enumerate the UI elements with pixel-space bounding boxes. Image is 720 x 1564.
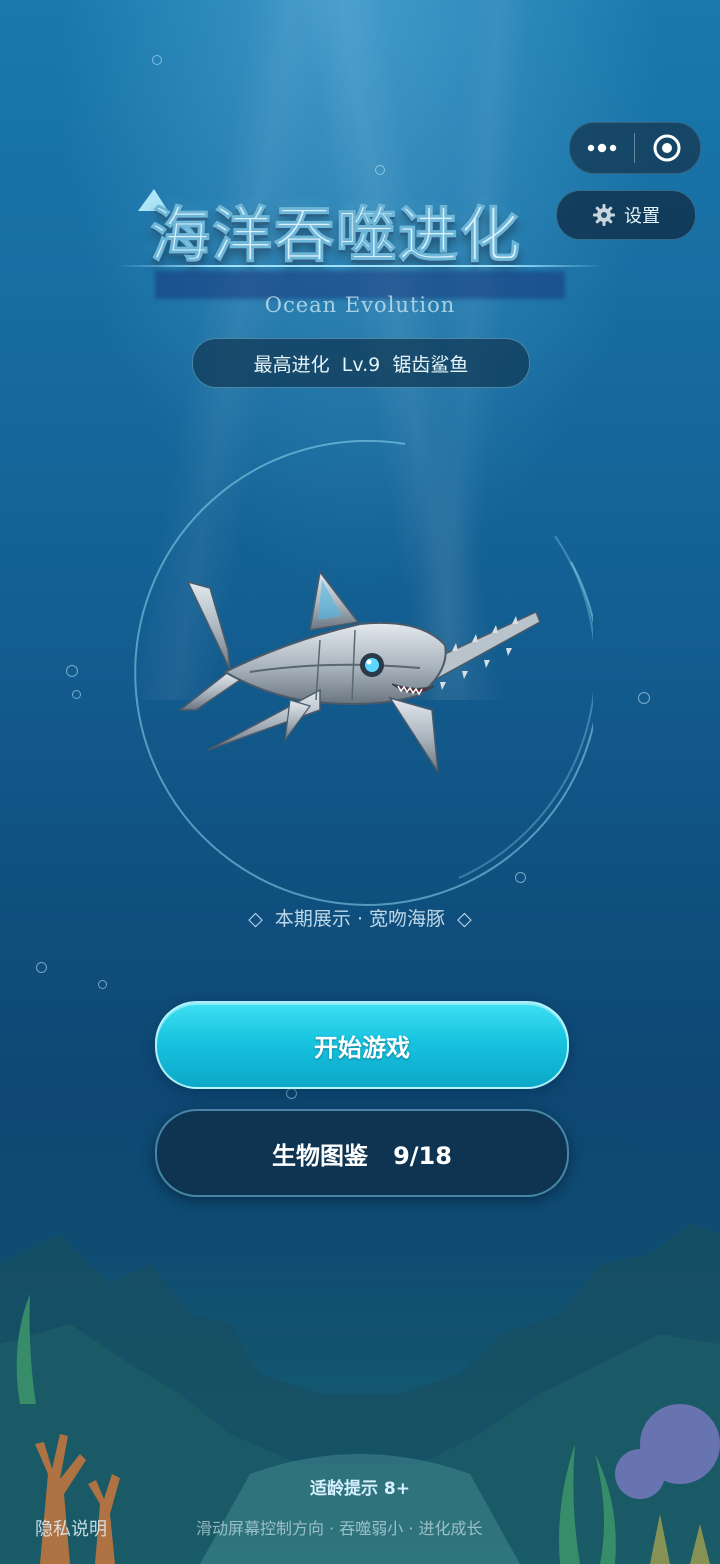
close-button[interactable]: [635, 123, 699, 173]
miniprogram-capsule: [569, 122, 701, 174]
title-underline: [116, 265, 604, 267]
more-dots-icon: [587, 143, 617, 153]
age-rating-hint: 适龄提示 8+: [310, 1479, 410, 1499]
game-subtitle: Ocean Evolution: [264, 293, 456, 317]
bubble: [66, 665, 78, 677]
bubble: [72, 690, 81, 699]
start-game-button[interactable]: 开始游戏: [155, 1001, 569, 1089]
bubble: [375, 165, 385, 175]
bubble: [98, 980, 107, 989]
seabed-background: [0, 1224, 720, 1564]
bubble: [152, 55, 162, 65]
creature-dex-button[interactable]: 生物图鉴 9/18: [155, 1109, 569, 1197]
sawshark-creature: [177, 570, 541, 773]
game-home-screen: 设置 海洋吞噬进化 Ocean Evolution 最高进化 Lv.9 锯齿鲨鱼: [0, 0, 720, 1564]
game-title: 海洋吞噬进化: [150, 201, 522, 272]
bubble: [36, 962, 47, 973]
privacy-link[interactable]: 隐私说明: [35, 1515, 107, 1541]
bubble: [638, 692, 650, 704]
game-logo: 海洋吞噬进化 Ocean Evolution: [110, 175, 610, 325]
gameplay-tips: 滑动屏幕控制方向 · 吞噬弱小 · 进化成长: [196, 1519, 483, 1538]
best-record-badge: 最高进化 Lv.9 锯齿鲨鱼: [192, 338, 530, 388]
bubble: [286, 1088, 297, 1099]
more-button[interactable]: [570, 123, 634, 173]
target-close-icon: [653, 134, 681, 162]
settings-label: 设置: [624, 206, 660, 227]
showcase-caption: ◇ 本期展示 · 宽吻海豚 ◇: [248, 908, 472, 930]
